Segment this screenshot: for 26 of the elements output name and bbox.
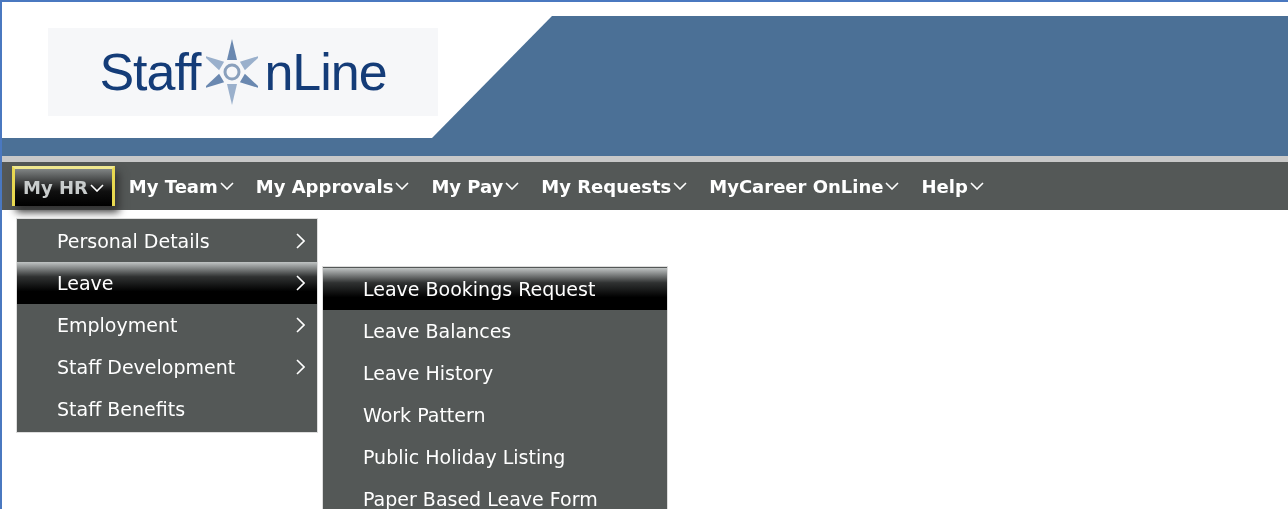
chevron-down-icon — [395, 182, 410, 190]
menu-item[interactable]: Personal Details — [17, 220, 317, 262]
chevron-down-icon — [219, 182, 234, 190]
nav-menu-item[interactable]: My Requests — [533, 166, 696, 206]
nav-menu-item[interactable]: My HR — [12, 166, 115, 206]
logo-text: Staff — [99, 42, 201, 102]
menu-item[interactable]: Leave — [17, 262, 317, 304]
menu-item[interactable]: Employment — [17, 304, 317, 346]
nav-menu-item[interactable]: Help — [913, 166, 992, 206]
nav-menu-item[interactable]: My Approvals — [247, 166, 418, 206]
menu-item[interactable]: Work Pattern — [323, 394, 667, 436]
chevron-down-icon — [673, 182, 688, 190]
menu-item[interactable]: Public Holiday Listing — [323, 436, 667, 478]
logo-text: nLine — [264, 42, 387, 102]
chevron-down-icon — [89, 183, 104, 192]
nav-menu-item[interactable]: My Team — [120, 166, 242, 206]
chevron-down-icon — [885, 182, 900, 190]
nav-menu-item[interactable]: My Pay — [423, 166, 528, 206]
menu-item[interactable]: Staff Development — [17, 346, 317, 388]
menu-item[interactable]: Leave History — [323, 352, 667, 394]
menu-item[interactable]: Staff Benefits — [17, 388, 317, 430]
chevron-down-icon — [505, 182, 520, 190]
nav-menu-item[interactable]: MyCareer OnLine — [701, 166, 908, 206]
menu-item[interactable]: Leave Bookings Request — [323, 268, 667, 310]
menu-item[interactable]: Leave Balances — [323, 310, 667, 352]
chevron-down-icon — [969, 182, 984, 190]
